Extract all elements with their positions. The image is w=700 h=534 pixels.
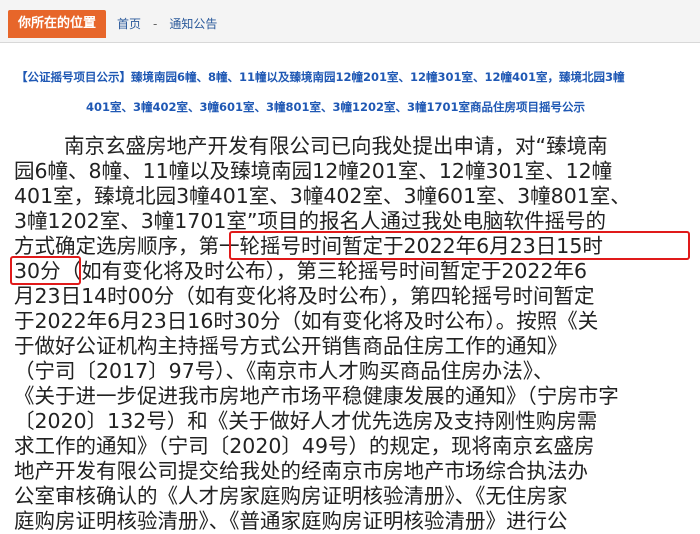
body-line: 公室审核确认的《人才房家庭购房证明核验清册》、《无住房家 [14,484,568,508]
body-line: 庭购房证明核验清册》、《普通家庭购房证明核验清册》进行公 [14,509,568,533]
body-line: 于2022年6月23日16时30分（如有变化将及时公布）。按照《关 [14,309,599,333]
body-line: 求工作的通知》（宁司〔2020〕49号）的规定，现将南京玄盛房 [14,434,595,458]
body-line: 园6幢、8幢、11幢以及臻境南园12幢201室、12幢301室、12幢 [14,159,613,183]
top-bar: 你所在的位置 首页 - 通知公告 [0,0,700,43]
body-line: 南京玄盛房地产开发有限公司已向我处提出申请，对“臻境南 [64,134,608,158]
body-line: 401室，臻境北园3幢401室、3幢402室、3幢601室、3幢801室、 [14,184,631,208]
body-line: 〔2020〕132号）和《关于做好人才优先选房及支持刚性购房需 [14,409,598,433]
body-line: 于做好公证机构主持摇号方式公开销售商品住房工作的通知》 [14,334,568,358]
body-line: 《关于进一步促进我市房地产市场平稳健康发展的通知》（宁房市字 [14,384,619,408]
breadcrumb: 首页 - 通知公告 [117,15,217,32]
body-line: 地产开发有限公司提交给我处的经南京市房地产市场综合执法办 [14,459,588,483]
breadcrumb-home-link[interactable]: 首页 [117,17,141,31]
body-line: 月23日14时00分（如有变化将及时公布），第四轮摇号时间暂定 [14,284,595,308]
breadcrumb-separator: - [153,17,158,31]
highlight-box [229,231,690,260]
body-line: 30分（如有变化将及时公布），第三轮摇号时间暂定于2022年6 [14,259,588,283]
location-label: 你所在的位置 [8,10,106,38]
body-line: （宁司〔2017〕97号）、《南京市人才购买商品住房办法》、 [14,359,554,383]
notice-title-line-2: 401室、3幢402室、3幢601室、3幢801室、3幢1202室、3幢1701… [86,100,586,114]
notice-title-line-1: 【公证摇号项目公示】臻境南园6幢、8幢、11幢以及臻境南园12幢201室、12幢… [16,70,625,84]
breadcrumb-current-link[interactable]: 通知公告 [169,17,217,31]
highlight-box [10,256,81,285]
